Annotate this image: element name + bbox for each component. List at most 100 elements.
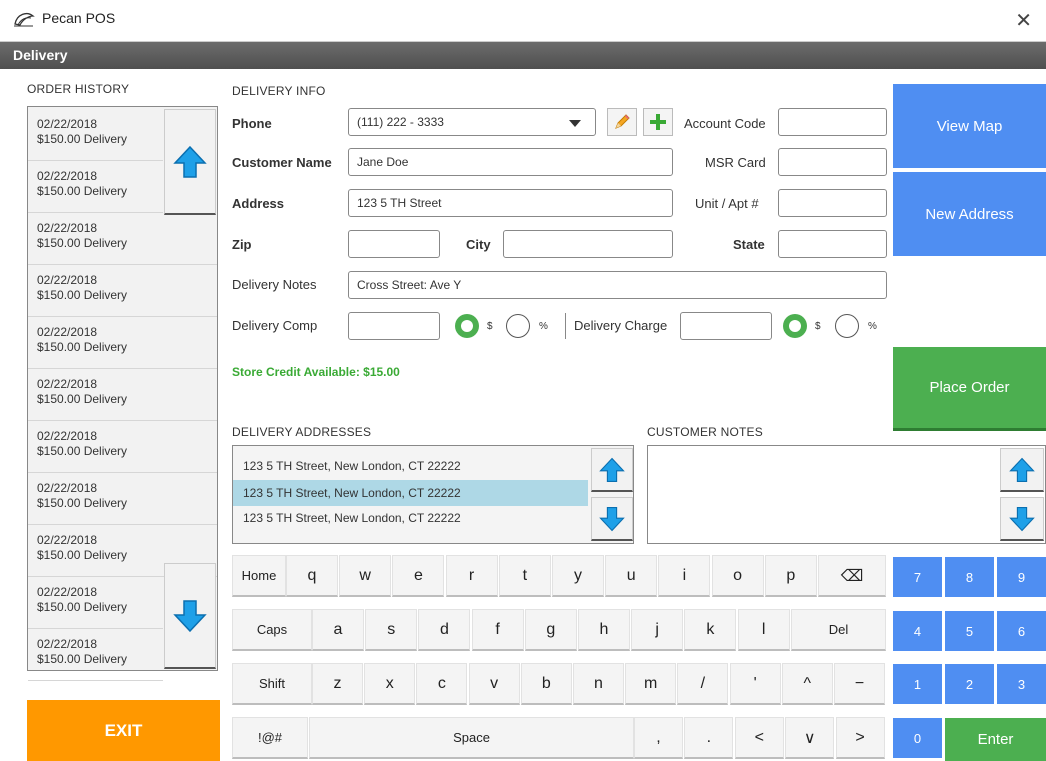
order-history-item[interactable]: 02/22/2018 $150.00 Delivery <box>28 265 217 317</box>
order-history-item[interactable]: 02/22/2018 $150.00 Delivery <box>28 161 163 213</box>
address-list-item-selected[interactable]: 123 5 TH Street, New London, CT 22222 <box>233 480 588 506</box>
address-list-item[interactable]: 123 5 TH Street, New London, CT 22222 <box>233 453 588 479</box>
key-m[interactable]: m <box>625 663 677 705</box>
key-x[interactable]: x <box>364 663 416 705</box>
numpad-key-4[interactable]: 4 <box>893 611 942 651</box>
numpad-key-5[interactable]: 5 <box>945 611 994 651</box>
history-scroll-down-button[interactable] <box>164 563 216 669</box>
state-input[interactable] <box>778 230 887 258</box>
numpad-key-2[interactable]: 2 <box>945 664 994 704</box>
numpad-key-8[interactable]: 8 <box>945 557 994 597</box>
key-apostrophe[interactable]: ' <box>729 663 781 705</box>
key-t[interactable]: t <box>498 555 551 597</box>
delivery-addresses-list[interactable]: 123 5 TH Street, New London, CT 22222 12… <box>232 445 634 544</box>
key-right-arrow[interactable]: > <box>835 717 885 759</box>
order-history-item[interactable]: 02/22/2018 $150.00 Delivery <box>28 473 217 525</box>
city-input[interactable] <box>503 230 673 258</box>
numpad-key-7[interactable]: 7 <box>893 557 942 597</box>
key-w[interactable]: w <box>339 555 392 597</box>
key-minus[interactable]: − <box>834 663 885 705</box>
add-customer-button[interactable] <box>643 108 673 136</box>
addresses-scroll-up-button[interactable] <box>591 448 633 492</box>
close-icon[interactable]: ✕ <box>1015 8 1032 33</box>
notes-scroll-up-button[interactable] <box>1000 448 1044 492</box>
order-history-item[interactable]: 02/22/2018 $150.00 Delivery <box>28 421 217 473</box>
key-u[interactable]: u <box>605 555 658 597</box>
delivery-charge-input[interactable] <box>680 312 772 340</box>
key-slash[interactable]: / <box>677 663 729 705</box>
key-caps[interactable]: Caps <box>232 609 312 651</box>
order-history-item[interactable]: 02/22/2018 $150.00 Delivery <box>28 629 163 681</box>
comp-percent-radio[interactable] <box>506 314 530 338</box>
notes-scroll-down-button[interactable] <box>1000 497 1044 541</box>
order-history-item[interactable]: 02/22/2018 $150.00 Delivery <box>28 317 217 369</box>
key-left-arrow[interactable]: < <box>734 717 784 759</box>
enter-button[interactable]: Enter <box>945 718 1046 761</box>
key-o[interactable]: o <box>711 555 764 597</box>
key-p[interactable]: p <box>764 555 817 597</box>
msr-card-input[interactable] <box>778 148 887 176</box>
account-code-input[interactable] <box>778 108 887 136</box>
key-h[interactable]: h <box>578 609 630 651</box>
view-map-button[interactable]: View Map <box>893 84 1046 168</box>
key-y[interactable]: y <box>552 555 604 597</box>
address-list-item[interactable]: 123 5 TH Street, New London, CT 22222 <box>233 505 588 531</box>
key-period[interactable]: . <box>684 717 734 759</box>
key-l[interactable]: l <box>737 609 790 651</box>
numpad-key-0[interactable]: 0 <box>893 718 942 758</box>
key-s[interactable]: s <box>365 609 418 651</box>
key-k[interactable]: k <box>684 609 737 651</box>
key-a[interactable]: a <box>312 609 364 651</box>
key-down-arrow[interactable]: ∨ <box>785 717 835 759</box>
edit-customer-button[interactable] <box>607 108 637 136</box>
key-z[interactable]: z <box>312 663 363 705</box>
order-history-item[interactable]: 02/22/2018 $150.00 Delivery <box>28 577 163 629</box>
customer-notes-area[interactable] <box>647 445 1046 544</box>
key-backspace[interactable]: ⌫ <box>818 555 886 597</box>
charge-percent-radio[interactable] <box>835 314 859 338</box>
customer-name-input[interactable]: Jane Doe <box>348 148 673 176</box>
addresses-scroll-down-button[interactable] <box>591 497 633 541</box>
key-r[interactable]: r <box>445 555 498 597</box>
key-n[interactable]: n <box>573 663 624 705</box>
delivery-comp-input[interactable] <box>348 312 440 340</box>
key-caret[interactable]: ^ <box>781 663 833 705</box>
key-comma[interactable]: , <box>634 717 683 759</box>
key-g[interactable]: g <box>524 609 577 651</box>
key-shift[interactable]: Shift <box>232 663 312 705</box>
key-f[interactable]: f <box>471 609 524 651</box>
order-history-item[interactable]: 02/22/2018 $150.00 Delivery <box>28 213 217 265</box>
exit-button[interactable]: EXIT <box>27 700 220 761</box>
address-input[interactable]: 123 5 TH Street <box>348 189 673 217</box>
numpad-key-6[interactable]: 6 <box>997 611 1046 651</box>
phone-dropdown[interactable]: (111) 222 - 3333 <box>348 108 596 136</box>
key-i[interactable]: i <box>658 555 711 597</box>
key-d[interactable]: d <box>418 609 471 651</box>
order-history-list[interactable]: 02/22/2018 $150.00 Delivery 02/22/2018 $150… <box>27 106 218 681</box>
arrow-down-icon <box>599 506 625 531</box>
numpad-key-3[interactable]: 3 <box>997 664 1046 704</box>
key-e[interactable]: e <box>392 555 445 597</box>
key-v[interactable]: v <box>468 663 520 705</box>
key-b[interactable]: b <box>520 663 572 705</box>
unit-apt-input[interactable] <box>778 189 887 217</box>
key-q[interactable]: q <box>286 555 338 597</box>
new-address-button[interactable]: New Address <box>893 172 1046 256</box>
history-scroll-up-button[interactable] <box>164 109 216 215</box>
order-history-item[interactable]: 02/22/2018 $150.00 Delivery <box>28 369 217 421</box>
key-j[interactable]: j <box>631 609 684 651</box>
order-history-item[interactable]: 02/22/2018 $150.00 Delivery <box>28 109 163 161</box>
key-del[interactable]: Del <box>791 609 886 651</box>
comp-dollar-radio[interactable] <box>455 314 479 338</box>
key-space[interactable]: Space <box>309 717 634 759</box>
order-history-heading: ORDER HISTORY <box>27 82 130 96</box>
key-symbols[interactable]: !@# <box>232 717 308 759</box>
charge-dollar-radio[interactable] <box>783 314 807 338</box>
place-order-button[interactable]: Place Order <box>893 347 1046 431</box>
delivery-notes-input[interactable]: Cross Street: Ave Y <box>348 271 887 299</box>
zip-input[interactable] <box>348 230 440 258</box>
key-home[interactable]: Home <box>232 555 286 597</box>
numpad-key-9[interactable]: 9 <box>997 557 1046 597</box>
numpad-key-1[interactable]: 1 <box>893 664 942 704</box>
key-c[interactable]: c <box>416 663 468 705</box>
